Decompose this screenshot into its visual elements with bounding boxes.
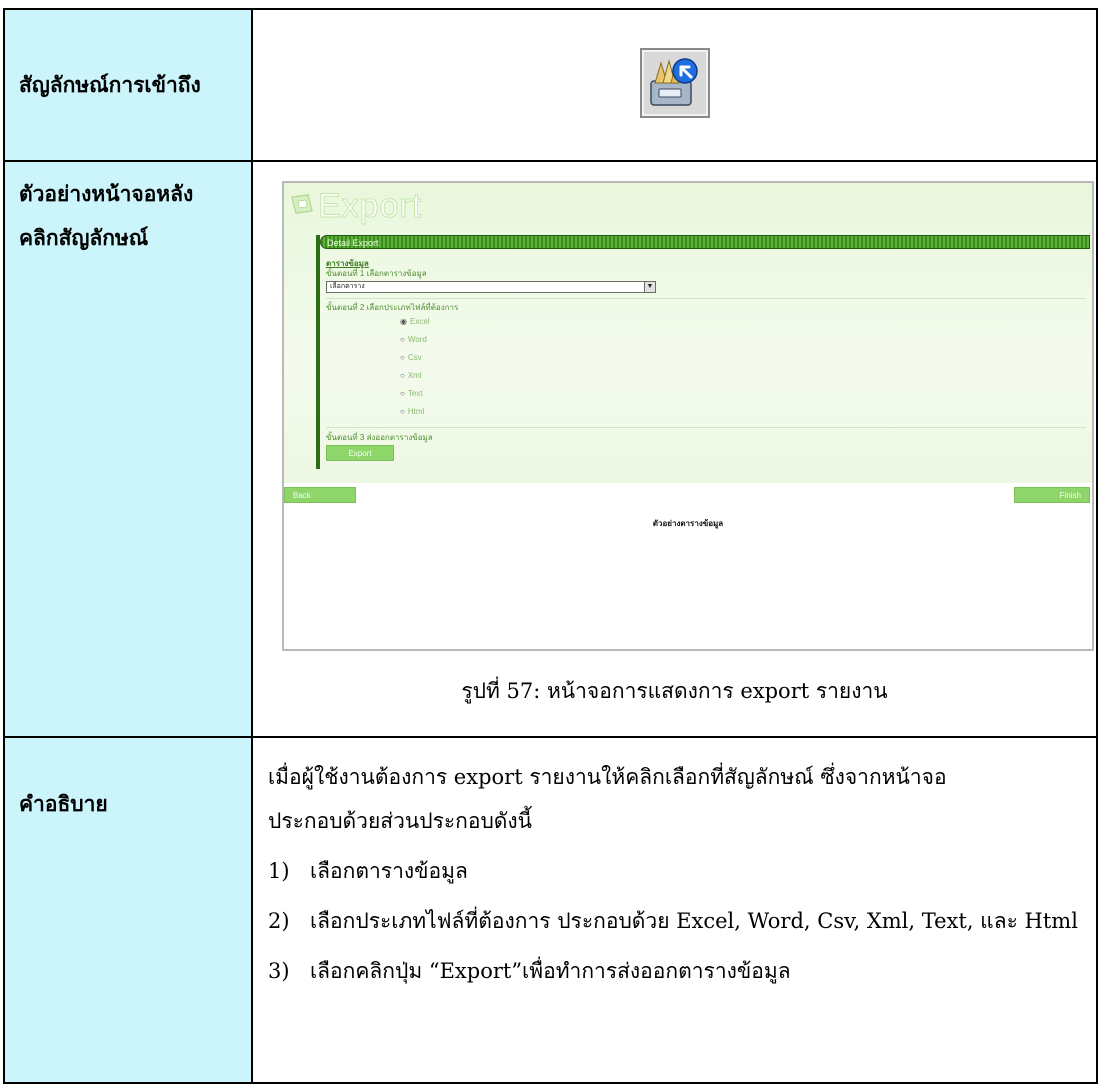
step3-line: ขั้นตอนที่ 3 ส่งออกตารางข้อมูล bbox=[326, 431, 433, 444]
step1-text: เลือกตารางข้อมูล bbox=[366, 269, 427, 278]
export-logo-icon bbox=[291, 194, 313, 214]
step3-text: ส่งออกตารางข้อมูล bbox=[366, 433, 433, 442]
file-type-label: Xml bbox=[407, 371, 422, 380]
list-item-number: 3) bbox=[268, 959, 290, 983]
file-type-radio[interactable]: ○ Csv bbox=[400, 353, 422, 362]
description-intro-line2: ประกอบด้วยส่วนประกอบดังนี้ bbox=[268, 809, 533, 833]
radio-selected-icon[interactable]: ◉ bbox=[400, 317, 407, 326]
radio-icon[interactable]: ○ bbox=[400, 335, 405, 344]
list-item: 1) เลือกตารางข้อมูล bbox=[268, 849, 1081, 893]
export-button[interactable]: Export bbox=[326, 445, 394, 461]
export-drawer-icon bbox=[639, 48, 710, 118]
description-intro-line1: เมื่อผู้ใช้งานต้องการ export รายงานให้คล… bbox=[268, 765, 947, 789]
back-button[interactable]: Back bbox=[284, 487, 356, 503]
divider bbox=[326, 298, 1086, 299]
step1-label: ขั้นตอนที่ 1 bbox=[326, 269, 365, 278]
file-type-radio[interactable]: ○ Xml bbox=[400, 371, 422, 380]
description-list: 1) เลือกตารางข้อมูล 2) เลือกประเภทไฟล์ที… bbox=[268, 849, 1081, 993]
list-item: 3) เลือกคลิกปุ่ม “Export”เพื่อทำการส่งออ… bbox=[268, 949, 1081, 993]
file-type-label: Word bbox=[407, 335, 427, 344]
file-type-radio[interactable]: ○ Text bbox=[400, 389, 423, 398]
list-item-text: เลือกคลิกปุ่ม “Export”เพื่อทำการส่งออกตา… bbox=[310, 959, 791, 983]
screenshot-label: ตัวอย่างหน้าจอหลัง คลิกสัญลักษณ์ bbox=[3, 160, 253, 738]
step3-label: ขั้นตอนที่ 3 bbox=[326, 433, 365, 442]
screenshot-label-line1: ตัวอย่างหน้าจอหลัง bbox=[19, 181, 194, 206]
access-icon-row: สัญลักษณ์การเข้าถึง bbox=[3, 8, 1098, 162]
access-icon-cell bbox=[251, 8, 1098, 162]
finish-button[interactable]: Finish bbox=[1014, 487, 1090, 503]
step2-label: ขั้นตอนที่ 2 bbox=[326, 303, 365, 312]
table-select[interactable]: เลือกตาราง ▼ bbox=[326, 281, 656, 293]
file-type-label: Html bbox=[407, 407, 425, 416]
detail-export-panel: Detail Export ตารางข้อมูล ขั้นตอนที่ 1 เ… bbox=[316, 235, 1090, 469]
screenshot-label-line2: คลิกสัญลักษณ์ bbox=[19, 225, 149, 250]
figure-caption: รูปที่ 57: หน้าจอการแสดงการ export รายงา… bbox=[461, 679, 888, 703]
list-item: 2) เลือกประเภทไฟล์ที่ต้องการ ประกอบด้วย … bbox=[268, 899, 1081, 943]
list-item-number: 1) bbox=[268, 859, 290, 883]
step1-line: ขั้นตอนที่ 1 เลือกตารางข้อมูล bbox=[326, 267, 427, 280]
radio-icon[interactable]: ○ bbox=[400, 353, 405, 362]
file-type-label: Csv bbox=[407, 353, 422, 362]
screenshot-cell: Export Detail Export ตารางข้อมูล ขั้นตอน… bbox=[251, 160, 1098, 738]
radio-icon[interactable]: ○ bbox=[400, 389, 405, 398]
access-icon-label: สัญลักษณ์การเข้าถึง bbox=[3, 8, 253, 162]
manual-table: สัญลักษณ์การเข้าถึง ตัวอย่างหน้าจอหลัง ค… bbox=[3, 8, 1098, 1084]
description-body: เมื่อผู้ใช้งานต้องการ export รายงานให้คล… bbox=[254, 739, 1095, 993]
list-item-number: 2) bbox=[268, 909, 290, 933]
file-type-radio[interactable]: ○ Html bbox=[400, 407, 424, 416]
radio-icon[interactable]: ○ bbox=[400, 407, 405, 416]
table-select-value: เลือกตาราง bbox=[330, 283, 365, 290]
export-screenshot: Export Detail Export ตารางข้อมูล ขั้นตอน… bbox=[282, 181, 1094, 651]
file-type-radio[interactable]: ○ Word bbox=[400, 335, 427, 344]
file-type-radio[interactable]: ◉ Excel bbox=[400, 317, 430, 326]
export-page-title: Export bbox=[317, 187, 423, 226]
screenshot-row: ตัวอย่างหน้าจอหลัง คลิกสัญลักษณ์ Export … bbox=[3, 160, 1098, 738]
divider bbox=[326, 427, 1086, 428]
radio-icon[interactable]: ○ bbox=[400, 371, 405, 380]
step2-line: ขั้นตอนที่ 2 เลือกประเภทไฟล์ที่ต้องการ bbox=[326, 301, 458, 314]
file-type-label: Excel bbox=[409, 317, 430, 326]
description-cell: เมื่อผู้ใช้งานต้องการ export รายงานให้คล… bbox=[251, 736, 1098, 1084]
description-label: คำอธิบาย bbox=[3, 736, 253, 1084]
preview-table-label: ตัวอย่างตารางข้อมูล bbox=[652, 519, 724, 528]
detail-export-header: Detail Export bbox=[320, 235, 1090, 249]
step2-text: เลือกประเภทไฟล์ที่ต้องการ bbox=[366, 303, 459, 312]
description-row: คำอธิบาย เมื่อผู้ใช้งานต้องการ export รา… bbox=[3, 736, 1098, 1084]
chevron-down-icon[interactable]: ▼ bbox=[644, 282, 655, 292]
list-item-text: เลือกตารางข้อมูล bbox=[310, 859, 468, 883]
list-item-text: เลือกประเภทไฟล์ที่ต้องการ ประกอบด้วย Exc… bbox=[310, 909, 1078, 933]
file-type-label: Text bbox=[407, 389, 423, 398]
